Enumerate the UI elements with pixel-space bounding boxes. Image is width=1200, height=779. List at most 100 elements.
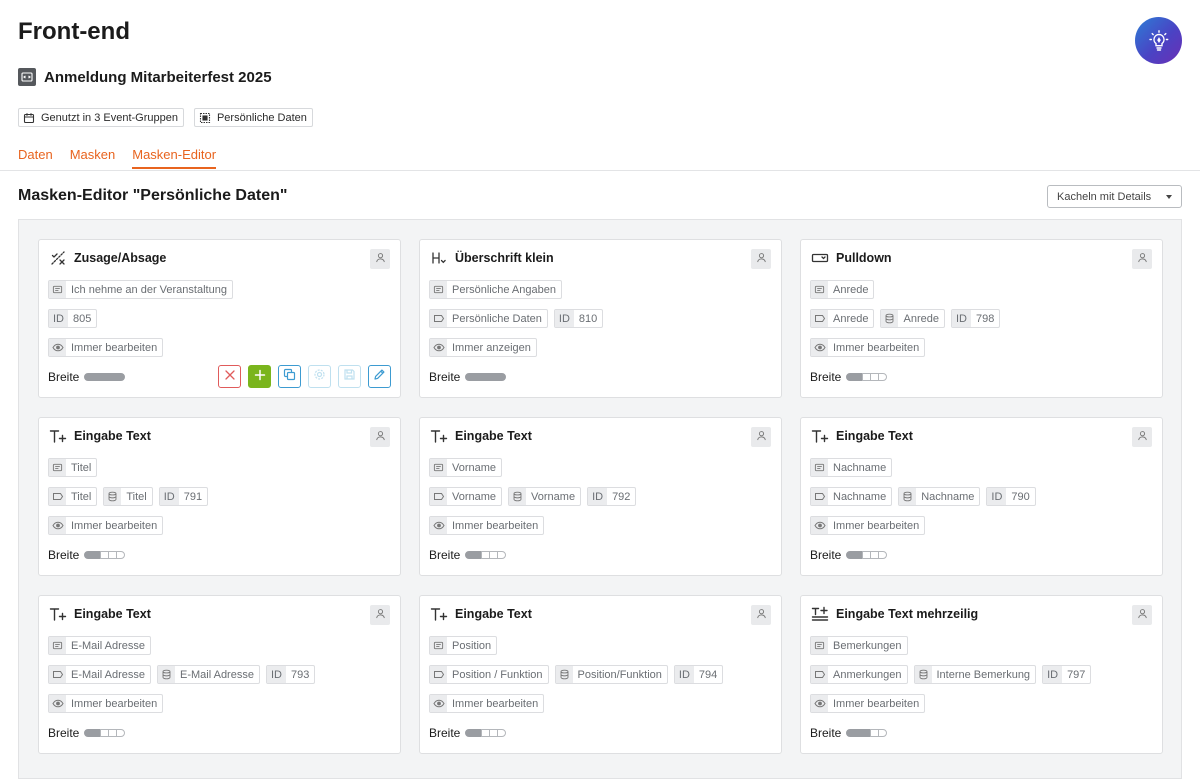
id-chip[interactable]: ID 810	[553, 309, 604, 328]
user-permission-button[interactable]	[370, 605, 390, 625]
field-tag-chip[interactable]: Anmerkungen	[810, 665, 908, 684]
db-field-chip[interactable]: Anrede	[880, 309, 945, 328]
db-field-chip-text: Position/Funktion	[577, 668, 662, 681]
field-label-chip[interactable]: E-Mail Adresse	[48, 636, 151, 655]
db-field-chip[interactable]: Nachname	[898, 487, 981, 506]
mask-field-card[interactable]: Eingabe Text Nachname Nachname Nachname ID 79…	[800, 417, 1163, 576]
field-tag-chip[interactable]: E-Mail Adresse	[48, 665, 151, 684]
db-field-chip[interactable]: Position/Funktion	[554, 665, 668, 684]
id-chip[interactable]: ID 794	[673, 665, 724, 684]
mask-field-card[interactable]: Eingabe Text Position Position / Funktion P…	[419, 595, 782, 754]
width-indicator[interactable]: Breite	[48, 548, 126, 562]
id-tag: ID	[588, 488, 608, 505]
width-indicator[interactable]: Breite	[810, 726, 888, 740]
id-chip[interactable]: ID 791	[158, 487, 209, 506]
field-meta-row: Titel Titel ID 791	[48, 487, 209, 506]
mask-field-card[interactable]: Eingabe Text E-Mail Adresse E-Mail Adresse…	[38, 595, 401, 754]
add-button[interactable]	[248, 365, 271, 388]
db-field-chip[interactable]: Interne Bemerkung	[913, 665, 1037, 684]
mask-field-card[interactable]: Eingabe Text Titel Titel Titel ID 791 Immer be…	[38, 417, 401, 576]
db-field-chip[interactable]: Titel	[103, 487, 153, 506]
tag-icon	[49, 666, 66, 683]
width-segment	[116, 551, 126, 559]
field-label-chip[interactable]: Vorname	[429, 458, 503, 477]
visibility-chip[interactable]: Immer bearbeiten	[429, 694, 545, 713]
delete-button[interactable]	[218, 365, 241, 388]
field-label-chip[interactable]: Persönliche Angaben	[429, 280, 562, 299]
field-tag-chip[interactable]: Position / Funktion	[429, 665, 549, 684]
view-mode-select[interactable]: Kacheln mit Details	[1047, 185, 1182, 208]
user-permission-button[interactable]	[1132, 605, 1152, 625]
visibility-chip[interactable]: Immer bearbeiten	[48, 694, 164, 713]
id-chip[interactable]: ID 798	[950, 309, 1001, 328]
user-permission-button[interactable]	[1132, 249, 1152, 269]
label-icon	[49, 637, 66, 654]
id-value: 792	[612, 490, 631, 503]
field-label-chip[interactable]: Ich nehme an der Veranstaltung	[48, 280, 233, 299]
tab-masken[interactable]: Masken	[70, 147, 116, 169]
mask-chip[interactable]: Persönliche Daten	[193, 108, 313, 127]
tab-masken-editor[interactable]: Masken-Editor	[132, 147, 217, 169]
edit-button[interactable]	[368, 365, 391, 388]
field-tag-chip[interactable]: Persönliche Daten	[429, 309, 548, 328]
visibility-chip[interactable]: Immer bearbeiten	[48, 338, 164, 357]
id-chip[interactable]: ID 793	[265, 665, 316, 684]
assistant-button[interactable]	[1135, 17, 1182, 64]
field-label-chip[interactable]: Nachname	[810, 458, 893, 477]
width-indicator[interactable]: Breite	[429, 548, 507, 562]
lightbulb-icon	[1148, 29, 1168, 51]
card-header: Zusage/Absage	[49, 249, 166, 267]
visibility-chip[interactable]: Immer bearbeiten	[429, 516, 545, 535]
field-label-chip[interactable]: Titel	[48, 458, 98, 477]
card-title: Eingabe Text	[74, 429, 151, 443]
visibility-chip[interactable]: Immer anzeigen	[429, 338, 537, 357]
visibility-chip[interactable]: Immer bearbeiten	[810, 516, 926, 535]
visibility-chip-text: Immer bearbeiten	[71, 341, 158, 354]
field-label-chip[interactable]: Position	[429, 636, 498, 655]
mask-field-card[interactable]: Pulldown Anrede Anrede Anrede ID 798 Immer bea…	[800, 239, 1163, 398]
width-indicator[interactable]: Breite	[429, 370, 507, 384]
save-button[interactable]	[338, 365, 361, 388]
user-permission-button[interactable]	[751, 605, 771, 625]
event-groups-chip[interactable]: Genutzt in 3 Event-Gruppen	[18, 108, 184, 127]
field-meta-row: Anrede Anrede ID 798	[810, 309, 1001, 328]
field-label-chip[interactable]: Anrede	[810, 280, 875, 299]
field-tag-chip[interactable]: Anrede	[810, 309, 875, 328]
width-indicator[interactable]: Breite	[810, 548, 888, 562]
width-indicator[interactable]: Breite	[429, 726, 507, 740]
mask-field-card[interactable]: Überschrift klein Persönliche Angaben Pers…	[419, 239, 782, 398]
user-permission-button[interactable]	[370, 427, 390, 447]
field-meta-row: E-Mail Adresse E-Mail Adresse ID 793	[48, 665, 316, 684]
db-field-chip[interactable]: E-Mail Adresse	[156, 665, 260, 684]
field-tag-chip[interactable]: Nachname	[810, 487, 893, 506]
user-permission-button[interactable]	[1132, 427, 1152, 447]
width-indicator[interactable]: Breite	[810, 370, 888, 384]
mask-field-card[interactable]: Eingabe Text Vorname Vorname Vorname ID 792 Im…	[419, 417, 782, 576]
copy-button[interactable]	[278, 365, 301, 388]
visibility-chip[interactable]: Immer bearbeiten	[810, 694, 926, 713]
settings-button[interactable]	[308, 365, 331, 388]
field-tag-chip[interactable]: Titel	[48, 487, 98, 506]
field-label-row: Nachname	[810, 458, 893, 477]
id-chip[interactable]: ID 805	[48, 309, 98, 328]
width-indicator[interactable]: Breite	[48, 726, 126, 740]
width-indicator[interactable]: Breite	[48, 370, 126, 384]
label-icon	[811, 637, 828, 654]
id-chip[interactable]: ID 797	[1042, 665, 1092, 684]
user-permission-button[interactable]	[370, 249, 390, 269]
db-field-chip[interactable]: Vorname	[508, 487, 582, 506]
user-permission-button[interactable]	[751, 249, 771, 269]
id-chip[interactable]: ID 792	[587, 487, 637, 506]
db-field-chip-text: Anrede	[903, 312, 939, 325]
user-permission-button[interactable]	[751, 427, 771, 447]
visibility-chip[interactable]: Immer bearbeiten	[810, 338, 926, 357]
mask-field-card[interactable]: Eingabe Text mehrzeilig Bemerkungen Anmerk…	[800, 595, 1163, 754]
id-chip[interactable]: ID 790	[986, 487, 1036, 506]
field-label-chip[interactable]: Bemerkungen	[810, 636, 908, 655]
mask-field-card[interactable]: Zusage/Absage Ich nehme an der Veranstalt…	[38, 239, 401, 398]
visibility-chip[interactable]: Immer bearbeiten	[48, 516, 164, 535]
visibility-row: Immer bearbeiten	[48, 516, 164, 535]
visibility-chip-text: Immer bearbeiten	[71, 697, 158, 710]
field-tag-chip[interactable]: Vorname	[429, 487, 503, 506]
tab-daten[interactable]: Daten	[18, 147, 53, 169]
